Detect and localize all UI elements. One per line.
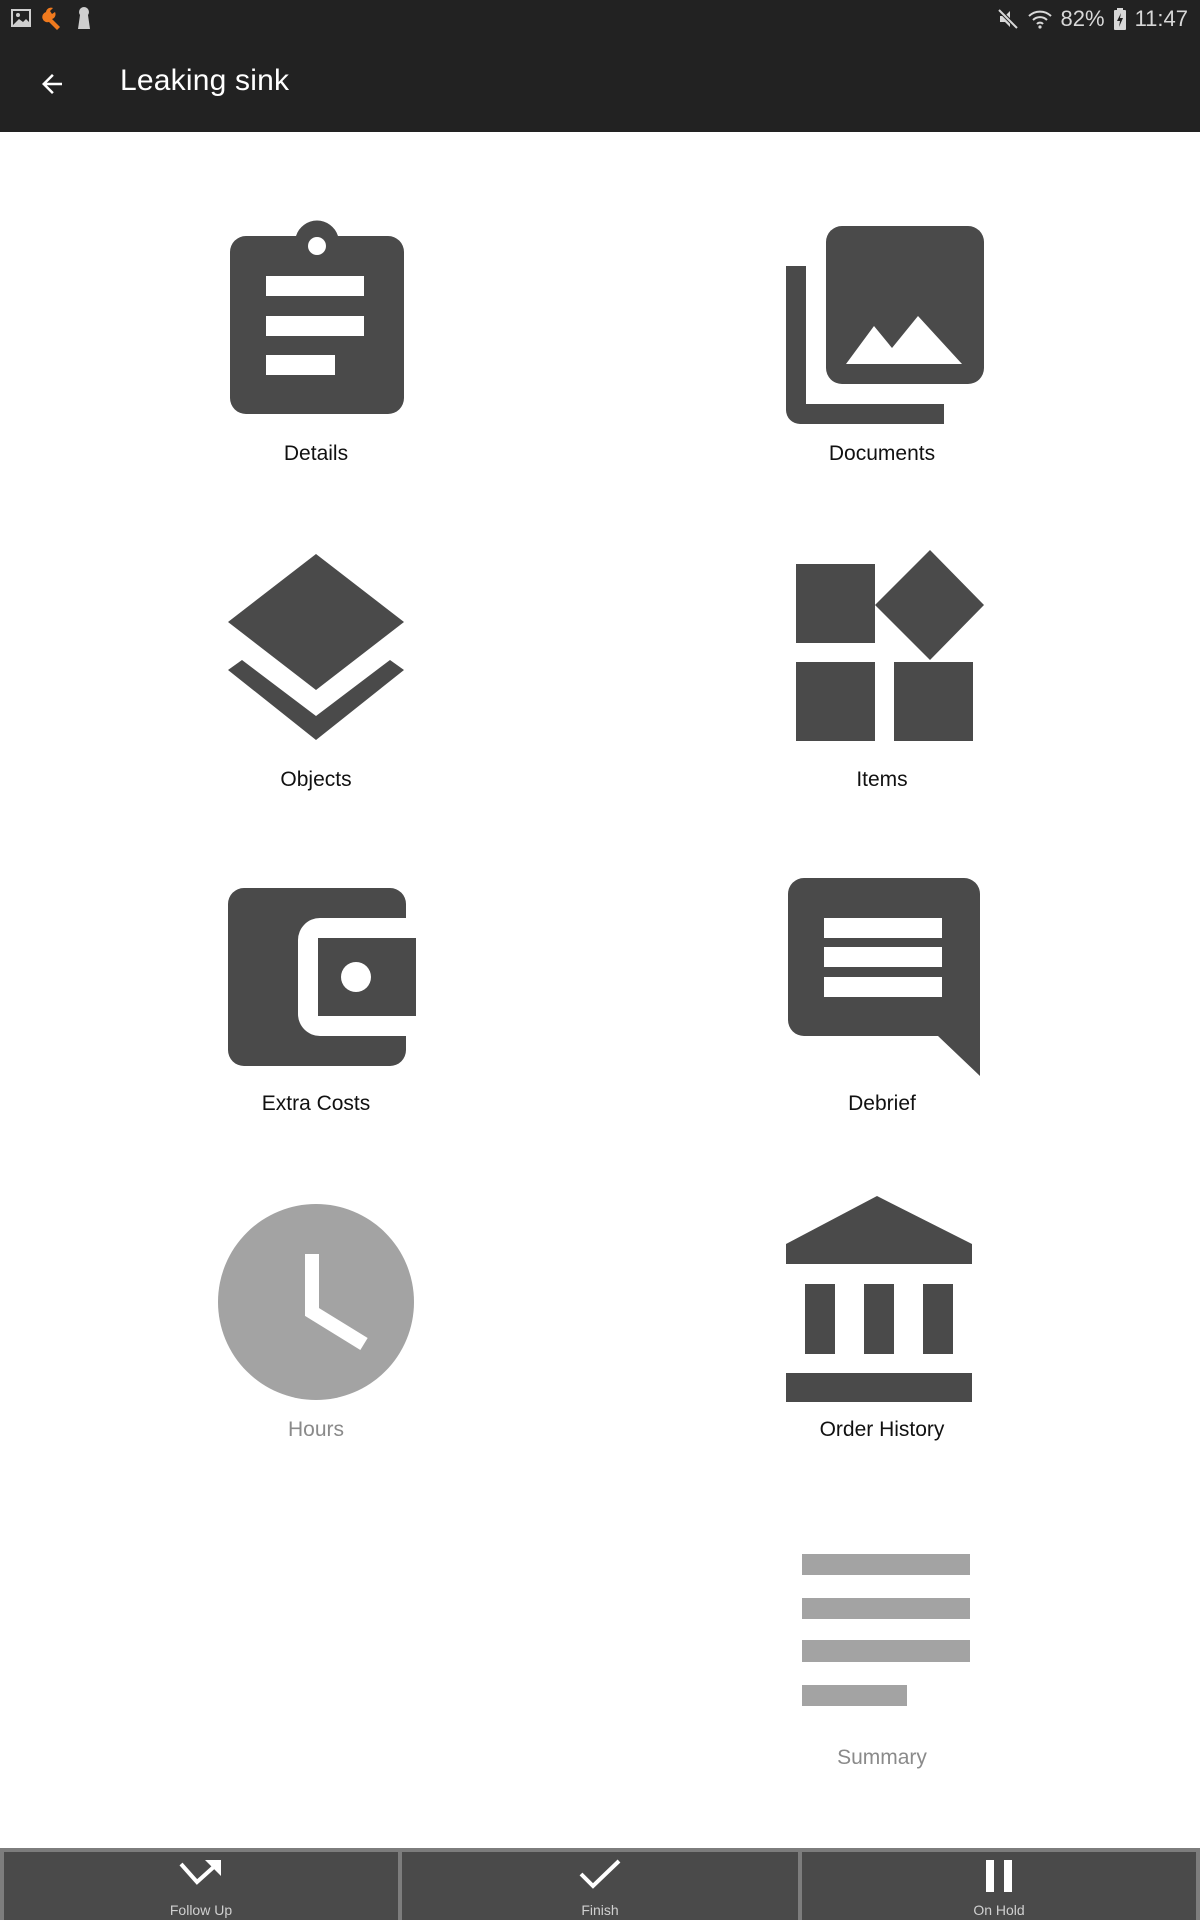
app-bar: Leaking sink [0,36,1200,132]
follow-up-icon [179,1860,221,1885]
notes-icon [802,1554,970,1706]
tile-label: Hours [287,1418,345,1441]
tile-label: Details [283,442,349,465]
tile-debrief[interactable]: Debrief [682,860,1082,1160]
clipboard-icon [230,220,404,414]
wallet-icon [228,888,416,1066]
page-title: Leaking sink [120,64,290,97]
tile-label: Summary [837,1746,927,1769]
mute-icon [997,8,1018,30]
tile-objects[interactable]: Objects [116,530,516,830]
battery-charging-icon [1113,8,1126,30]
on-hold-label: On Hold [973,1902,1025,1918]
keyhole-icon [78,7,90,29]
tile-details[interactable]: Details [116,200,516,500]
clock-icon [218,1204,414,1400]
tile-label: Debrief [848,1092,916,1115]
finish-button[interactable]: Finish [402,1852,798,1920]
widgets-icon [796,550,984,741]
back-button[interactable] [28,60,76,108]
tile-items[interactable]: Items [682,530,1082,830]
tile-summary[interactable]: Summary [682,1520,1082,1820]
message-icon [788,878,980,1076]
tile-label: Extra Costs [261,1092,371,1115]
tile-label: Objects [280,768,352,791]
tile-extra-costs[interactable]: Extra Costs [116,860,516,1160]
status-bar: 82% 11:47 [0,0,1200,36]
check-icon [579,1859,621,1889]
tile-label: Documents [828,442,936,465]
notification-icons [10,6,92,30]
finish-label: Finish [581,1902,619,1918]
pause-icon [986,1860,1012,1892]
battery-percent: 82% [1060,6,1105,31]
on-hold-button[interactable]: On Hold [802,1852,1196,1920]
tile-label: Items [856,768,908,791]
system-status: 82% 11:47 [997,4,1188,34]
image-notification-icon [11,9,31,27]
arrow-left-icon [42,74,62,94]
tile-label: Order History [819,1418,945,1441]
photo-library-icon [786,226,984,424]
follow-up-label: Follow Up [169,1902,233,1918]
bank-icon [786,1196,972,1402]
tile-documents[interactable]: Documents [682,200,1082,500]
wifi-icon [1027,10,1052,29]
wrench-icon [42,7,60,30]
tile-hours[interactable]: Hours [116,1180,516,1480]
follow-up-button[interactable]: Follow Up [4,1852,398,1920]
bottom-action-bar: Follow Up Finish On Hold [0,1848,1200,1920]
tile-order-history[interactable]: Order History [682,1180,1082,1480]
layers-icon [228,554,404,740]
clock-time: 11:47 [1134,6,1188,31]
